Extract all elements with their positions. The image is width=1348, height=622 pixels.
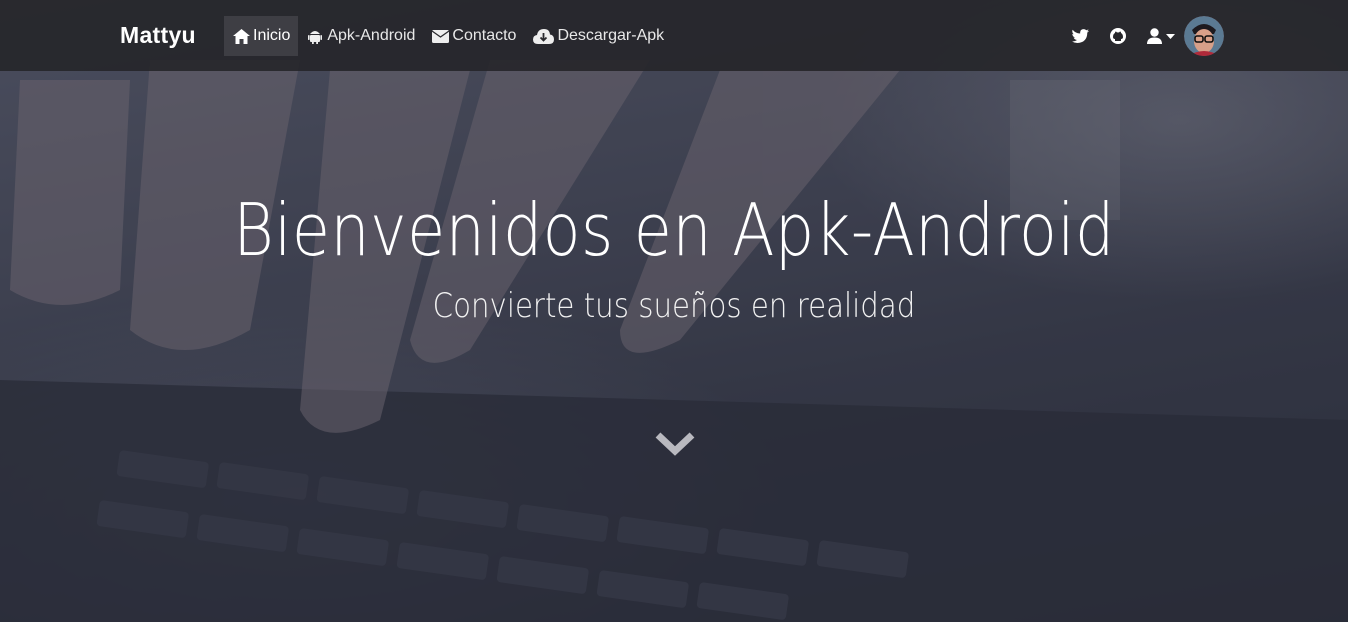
hero-title: Bienvenidos en Apk-Android [233,188,1115,272]
nav-link-label: Contacto [452,27,517,44]
nav-link-contacto[interactable]: Contacto [423,16,524,56]
cloud-download-icon [532,28,554,44]
nav-link-inicio[interactable]: Inicio [224,16,299,56]
nav-link-apk-android[interactable]: Apk-Android [298,16,423,56]
brand-logo[interactable]: Mattyu [120,22,196,49]
nav-link-label: Inicio [253,27,291,44]
caret-down-icon[interactable] [1164,26,1176,46]
avatar[interactable] [1184,16,1224,56]
chevron-down-icon [655,432,695,456]
nav-link-label: Descargar-Apk [557,27,665,44]
user-icon[interactable] [1144,26,1164,46]
github-icon[interactable] [1108,26,1128,46]
android-icon [306,28,324,44]
navbar: Mattyu Inicio Apk-Android Contacto Desca… [0,0,1348,71]
twitter-icon[interactable] [1070,26,1090,46]
nav-links: Inicio Apk-Android Contacto Descargar-Ap… [224,16,672,56]
home-icon [232,28,250,44]
nav-right [1070,16,1224,56]
envelope-icon [431,28,449,44]
nav-link-label: Apk-Android [327,27,416,44]
nav-link-descargar-apk[interactable]: Descargar-Apk [524,16,672,56]
hero-subtitle: Convierte tus sueños en realidad [432,286,916,326]
scroll-down-button[interactable] [654,430,696,460]
